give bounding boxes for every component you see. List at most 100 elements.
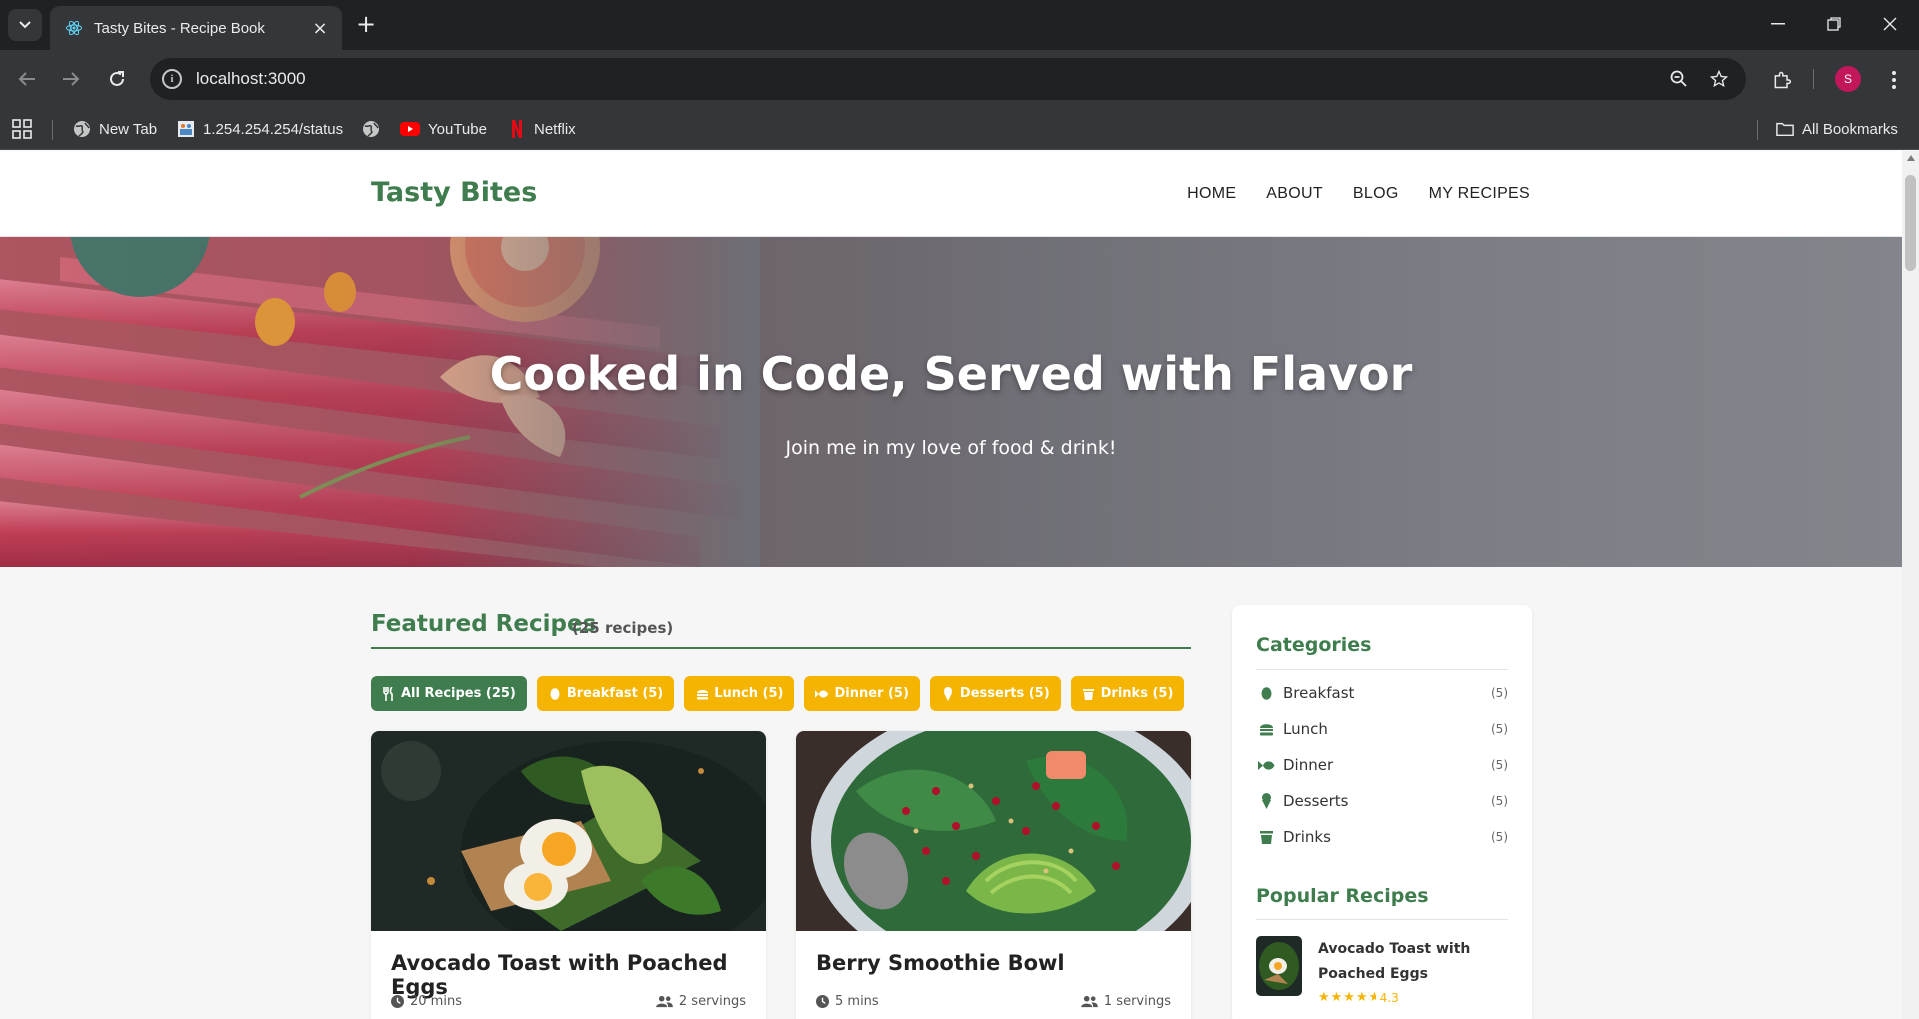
category-desserts[interactable]: Desserts (5) [1256,789,1508,813]
categories-title: Categories [1256,634,1372,656]
page-scrollbar[interactable] [1902,151,1919,1019]
nav-blog[interactable]: BLOG [1353,185,1399,203]
filter-label: Dinner (5) [834,686,909,701]
filter-lunch[interactable]: Lunch (5) [684,676,795,711]
recipe-card[interactable]: Avocado Toast with Poached Eggs 20 mins … [371,731,766,1019]
globe-icon [362,120,380,138]
bookmark-youtube[interactable]: YouTube [400,117,487,141]
tab-title: Tasty Bites - Recipe Book [94,19,265,37]
recipe-image [371,731,766,931]
restore-icon[interactable] [1822,12,1846,36]
popular-title: Popular Recipes [1256,885,1429,907]
users-icon [1081,995,1098,1008]
star-rating-icon: ★★★★★ [1318,990,1376,1005]
recipe-card[interactable]: Berry Smoothie Bowl 5 mins 1 servings [796,731,1191,1019]
recipe-title[interactable]: Berry Smoothie Bowl [816,951,1065,975]
category-count: (5) [1491,794,1508,808]
browser-tab[interactable]: Tasty Bites - Recipe Book × [50,6,342,50]
mug-icon [1256,827,1276,847]
hero-subtitle: Join me in my love of food & drink! [785,437,1117,459]
fish-icon [1256,755,1276,775]
minimize-icon[interactable] [1766,12,1790,36]
address-bar[interactable]: i localhost:3000 [150,58,1746,100]
filter-label: Lunch (5) [714,686,784,701]
reload-icon[interactable] [102,64,132,94]
category-count: (5) [1491,758,1508,772]
prep-time: 20 mins [391,994,462,1009]
egg-icon [548,687,562,701]
filter-breakfast[interactable]: Breakfast (5) [536,676,675,711]
clock-icon [391,995,404,1008]
apps-icon[interactable] [12,117,32,141]
browser-toolbar: i localhost:3000 S [0,50,1919,108]
burger-icon [1256,719,1276,739]
popular-recipe-item[interactable]: Avocado Toast with Poached Eggs ★★★★★ 4.… [1256,936,1508,1006]
hero-overlay [0,237,1902,567]
rating: ★★★★★ 4.3 [1318,990,1399,1005]
sidebar: Categories Breakfast (5) Lunch (5) Dinne… [1232,605,1532,1019]
clock-icon [816,995,829,1008]
zoom-icon[interactable] [1666,66,1692,92]
close-window-icon[interactable] [1878,12,1902,36]
category-drinks[interactable]: Drinks (5) [1256,825,1508,849]
prep-time-label: 20 mins [410,994,462,1009]
ice-cream-icon [1256,791,1276,811]
router-icon [177,120,195,138]
tab-search-button[interactable] [8,9,42,41]
recipe-count: (25 recipes) [572,619,674,637]
menu-icon[interactable] [1880,66,1908,94]
recipe-title[interactable]: Avocado Toast with Poached Eggs [391,951,766,999]
filter-desserts[interactable]: Desserts (5) [929,676,1061,711]
fish-icon [815,687,829,701]
category-label: Lunch [1283,720,1328,738]
filter-all-recipes[interactable]: All Recipes (25) [371,676,527,711]
extensions-icon[interactable] [1768,66,1796,94]
servings: 1 servings [1081,994,1171,1009]
react-icon [64,18,84,38]
page-viewport: Tasty Bites HOME ABOUT BLOG MY RECIPES C… [0,151,1902,1019]
ice-cream-icon [941,686,955,701]
bookmark-label: Netflix [534,120,576,138]
featured-header: Featured Recipes (25 recipes) [371,611,1191,649]
star-icon[interactable] [1706,66,1732,92]
url-text[interactable]: localhost:3000 [196,69,1666,89]
new-tab-button[interactable]: + [352,11,380,39]
all-bookmarks[interactable]: All Bookmarks [1776,117,1898,141]
site-info-icon[interactable]: i [162,69,182,89]
forward-icon[interactable] [56,64,86,94]
scroll-up-icon[interactable] [1907,155,1915,161]
nav-about[interactable]: ABOUT [1266,185,1323,203]
folder-icon [1776,120,1794,138]
bookmark-router-status[interactable]: 1.254.254.254/status [177,117,343,141]
globe-icon [73,120,91,138]
servings-label: 1 servings [1103,994,1171,1009]
bookmark-netflix[interactable]: Netflix [508,117,576,141]
category-label: Dinner [1283,756,1334,774]
all-bookmarks-label: All Bookmarks [1802,120,1898,138]
profile-avatar[interactable]: S [1835,66,1861,92]
bookmark-label: New Tab [99,120,158,138]
recipe-meta: 5 mins 1 servings [816,994,1171,1009]
nav-home[interactable]: HOME [1187,185,1236,203]
divider [1256,669,1508,670]
category-breakfast[interactable]: Breakfast (5) [1256,681,1508,705]
popular-recipe-title[interactable]: Avocado Toast with Poached Eggs [1318,937,1498,987]
filter-drinks[interactable]: Drinks (5) [1070,676,1185,711]
nav-my-recipes[interactable]: MY RECIPES [1429,185,1530,203]
site-logo[interactable]: Tasty Bites [371,177,537,208]
category-dinner[interactable]: Dinner (5) [1256,753,1508,777]
scroll-thumb[interactable] [1905,175,1916,271]
bookmark-new-tab[interactable]: New Tab [73,117,157,141]
filter-label: Breakfast (5) [566,686,664,701]
category-count: (5) [1491,686,1508,700]
chevron-down-icon [19,21,31,29]
bookmark-globe[interactable] [362,117,388,141]
tab-close-icon[interactable]: × [310,18,330,39]
category-label: Desserts [1283,792,1349,810]
filter-label: All Recipes (25) [401,686,516,701]
bookmark-label: 1.254.254.254/status [203,120,344,138]
category-lunch[interactable]: Lunch (5) [1256,717,1508,741]
filter-dinner[interactable]: Dinner (5) [804,676,920,711]
back-icon[interactable] [12,64,42,94]
bookmarks-divider [1757,120,1758,140]
